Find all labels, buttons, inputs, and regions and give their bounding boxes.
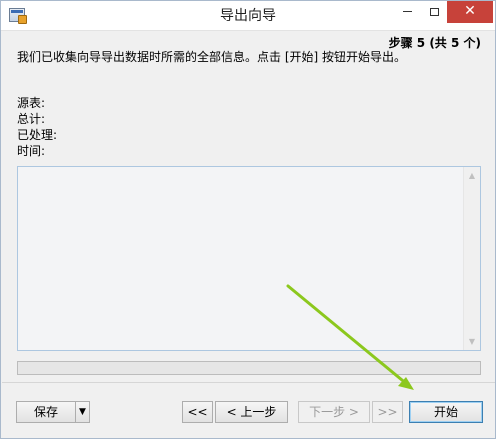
previous-step-button[interactable]: < 上一步 (215, 401, 288, 423)
minimize-icon (402, 11, 412, 12)
start-button[interactable]: 开始 (409, 401, 483, 423)
last-step-button[interactable]: >> (372, 401, 403, 423)
log-textarea[interactable]: ▲ ▼ (17, 166, 481, 351)
dropdown-arrow-icon: ▼ (79, 407, 86, 417)
wizard-content: 步骤 5 (共 5 个) 我们已收集向导导出数据时所需的全部信息。点击 [开始]… (2, 32, 495, 382)
maximize-icon (429, 7, 439, 16)
maximize-button[interactable] (421, 1, 447, 23)
log-scrollbar[interactable]: ▲ ▼ (463, 167, 480, 350)
first-step-button[interactable]: << (182, 401, 213, 423)
export-wizard-window: 导出向导 ✕ 步骤 5 (共 5 个) 我们已收集向导导出数据时所需的全部信息。… (0, 0, 496, 439)
close-button[interactable]: ✕ (447, 1, 493, 23)
minimize-button[interactable] (393, 1, 421, 23)
scroll-up-icon[interactable]: ▲ (464, 167, 480, 184)
save-button[interactable]: 保存 (16, 401, 76, 423)
close-icon: ✕ (464, 3, 476, 19)
title-bar[interactable]: 导出向导 ✕ (1, 1, 495, 31)
time-label: 时间: (17, 144, 46, 158)
total-label: 总计: (17, 112, 46, 126)
button-bar: 保存 ▼ << < 上一步 下一步 > >> 开始 (2, 382, 495, 438)
export-info: 源表: 总计: 已处理: 时间: (17, 95, 57, 159)
intro-text: 我们已收集向导导出数据时所需的全部信息。点击 [开始] 按钮开始导出。 (17, 50, 406, 64)
save-dropdown-button[interactable]: ▼ (75, 401, 90, 423)
source-table-label: 源表: (17, 96, 46, 110)
progress-bar (17, 361, 481, 375)
next-step-button[interactable]: 下一步 > (298, 401, 370, 423)
processed-label: 已处理: (17, 128, 58, 142)
scroll-down-icon[interactable]: ▼ (464, 333, 480, 350)
